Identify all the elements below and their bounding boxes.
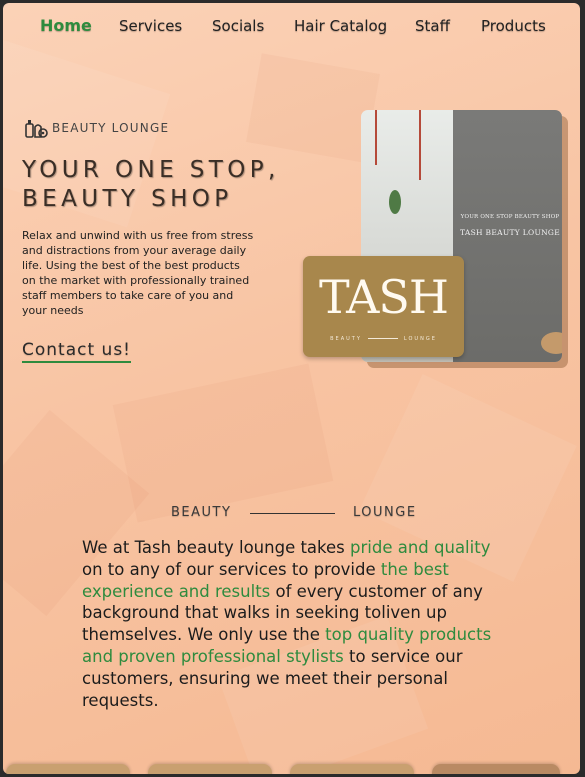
tash-logo-card: TASH BEAUTY LOUNGE — [303, 256, 464, 357]
about-highlight: pride and quality — [350, 538, 491, 557]
about-divider: BEAUTY LOUNGE — [171, 503, 418, 523]
about-divider-right: LOUNGE — [353, 505, 417, 520]
about-divider-left: BEAUTY — [171, 505, 232, 520]
service-card[interactable] — [290, 764, 414, 774]
about-text: on to any of our services to provide — [82, 559, 381, 579]
about-text: We at Tash beauty lounge takes — [82, 538, 351, 557]
logo-subtitle: BEAUTY LOUNGE — [303, 336, 464, 342]
logo-sub-divider — [367, 338, 398, 339]
service-card[interactable] — [432, 764, 560, 774]
nav-products-link[interactable]: Products — [481, 17, 546, 35]
service-card[interactable] — [6, 764, 130, 774]
photo-plant — [389, 190, 401, 214]
hero-headline-line2: BEAUTY SHOP — [22, 186, 233, 212]
photo-ceiling-pipe — [375, 110, 377, 165]
salon-products-icon — [25, 120, 48, 138]
hero-headline-line1: YOUR ONE STOP, — [22, 157, 280, 183]
brand-label-group: BEAUTY LOUNGE — [23, 115, 169, 141]
photo-ceiling-pipe — [419, 110, 421, 180]
nav-staff-link[interactable]: Staff — [415, 17, 450, 35]
logo-wordmark: TASH — [318, 270, 449, 324]
service-card[interactable] — [148, 764, 272, 774]
logo-sub-left: BEAUTY — [330, 336, 362, 342]
divider-line — [250, 513, 335, 514]
hero-description: Relax and unwind with us free from stres… — [22, 229, 254, 317]
bg-shape — [112, 363, 334, 523]
nav-hair-catalog-link[interactable]: Hair Catalog — [294, 17, 387, 35]
top-nav: Home Services Socials Hair Catalog Staff… — [3, 3, 580, 49]
nav-services-link[interactable]: Services — [119, 17, 182, 35]
logo-sub-right: LOUNGE — [403, 336, 437, 342]
about-paragraph: We at Tash beauty lounge takes pride and… — [82, 537, 502, 711]
nav-socials-link[interactable]: Socials — [212, 17, 264, 35]
photo-wall-sign-name: TASH BEAUTY LOUNGE — [459, 228, 560, 237]
contact-us-link[interactable]: Contact us! — [22, 340, 131, 363]
hero-headline: YOUR ONE STOP, BEAUTY SHOP — [22, 156, 280, 214]
brand-label: BEAUTY LOUNGE — [52, 121, 170, 135]
photo-wall-sign-tagline: YOUR ONE STOP BEAUTY SHOP — [460, 214, 560, 220]
bg-shape — [246, 53, 380, 163]
nav-home-link[interactable]: Home — [40, 16, 92, 35]
page: Home Services Socials Hair Catalog Staff… — [3, 3, 580, 774]
